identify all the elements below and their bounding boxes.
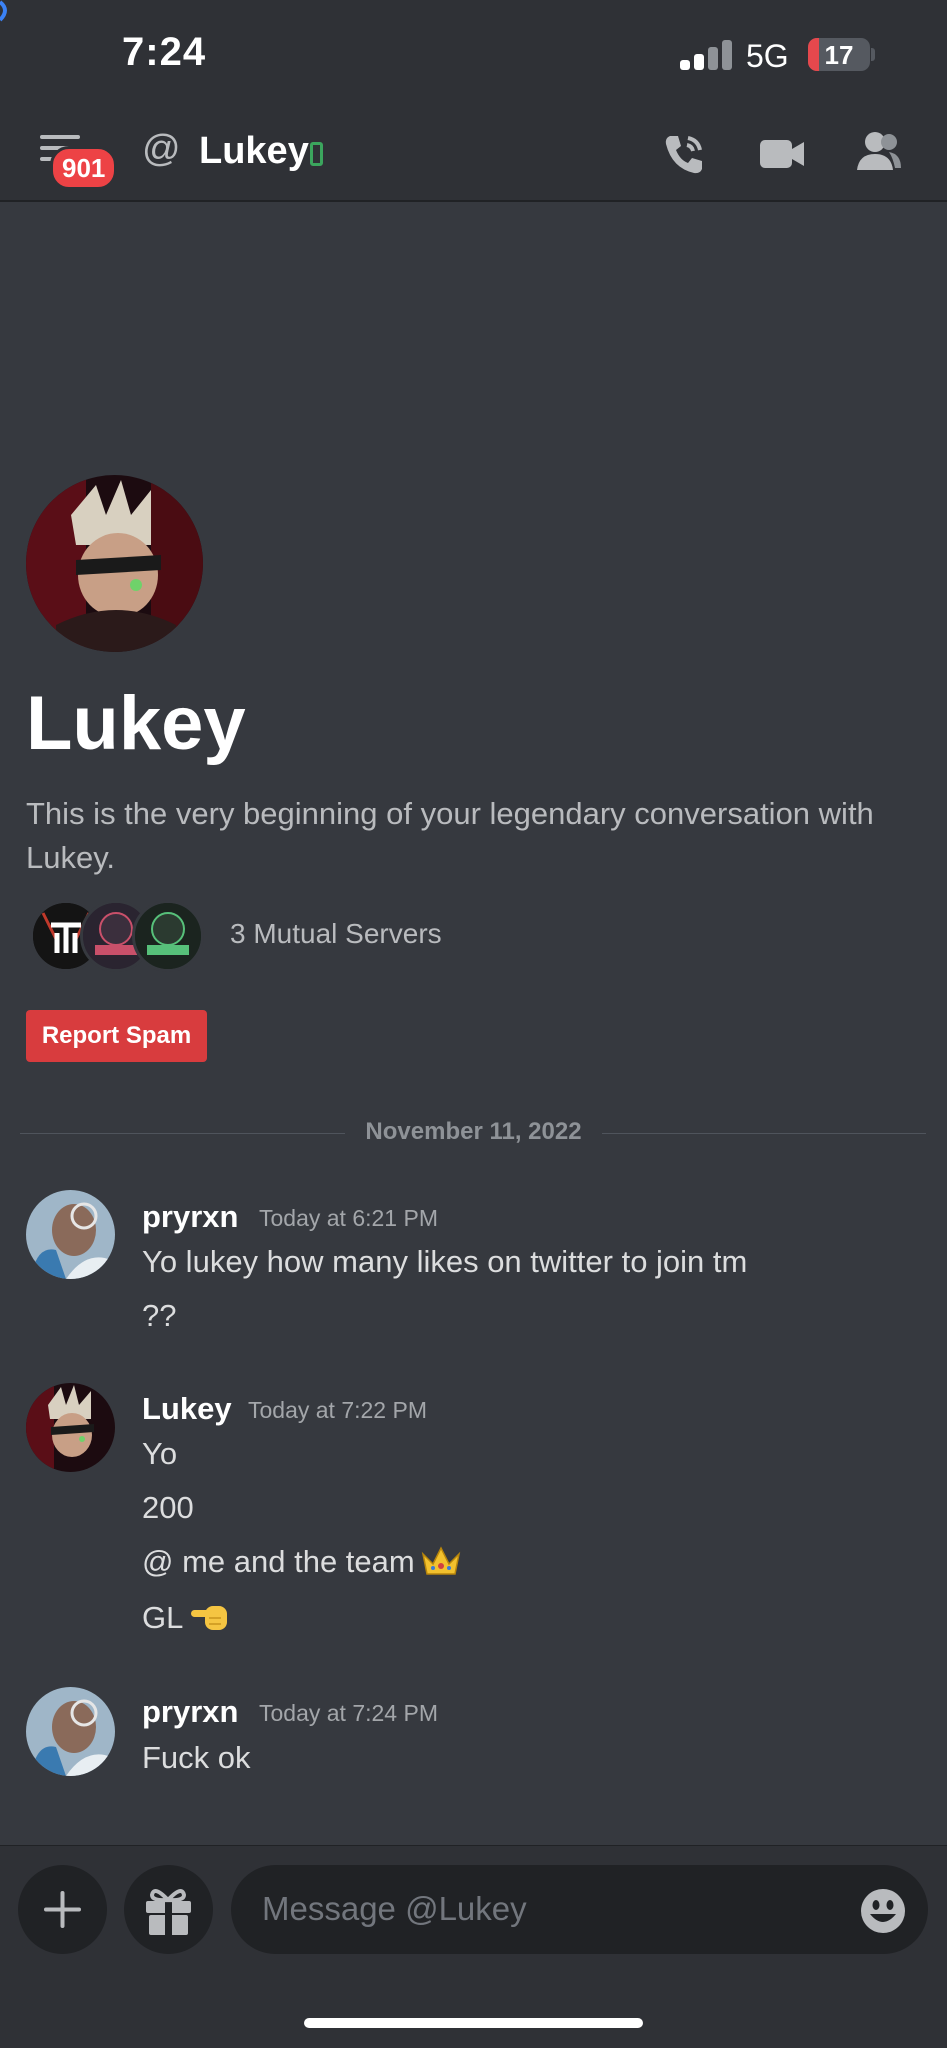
message-timestamp: Today at 7:22 PM — [248, 1397, 427, 1423]
message-text: Yo — [142, 1436, 178, 1471]
message-text: 200 — [142, 1490, 194, 1525]
mutual-server-icon — [132, 900, 204, 972]
intro-username: Lukey — [26, 681, 246, 766]
message-timestamp: Today at 6:21 PM — [259, 1205, 438, 1231]
composer-divider — [0, 1845, 947, 1846]
phone-call-icon[interactable] — [660, 130, 708, 178]
battery-tip — [871, 48, 875, 61]
date-divider: November 11, 2022 — [365, 1118, 582, 1145]
message-author[interactable]: pryrxn — [142, 1199, 238, 1235]
message-text: ?? — [142, 1298, 177, 1333]
message-text: Yo lukey how many likes on twitter to jo… — [142, 1244, 748, 1279]
mobile-status-icon — [310, 142, 323, 166]
divider-line-right — [602, 1133, 926, 1134]
mutual-servers[interactable] — [30, 900, 210, 972]
message-avatar[interactable] — [26, 1383, 115, 1472]
message-line: GL — [142, 1598, 229, 1642]
message-text: GL — [142, 1600, 184, 1635]
header-divider — [0, 200, 947, 202]
pointing-hand-emoji — [189, 1598, 229, 1642]
battery-level: 17 — [824, 40, 854, 70]
message-avatar[interactable] — [26, 1687, 115, 1776]
report-spam-button[interactable]: Report Spam — [26, 1010, 207, 1062]
crown-emoji — [421, 1546, 461, 1586]
location-indicator-icon — [0, 0, 7, 22]
battery-indicator: 17 — [808, 38, 870, 71]
message-text: @ me and the team — [142, 1544, 415, 1579]
intro-description: This is the very beginning of your legen… — [26, 796, 874, 875]
mutual-servers-label[interactable]: 3 Mutual Servers — [230, 918, 442, 950]
emoji-icon[interactable] — [860, 1888, 906, 1934]
home-indicator — [304, 2018, 643, 2028]
add-attachment-button[interactable] — [18, 1865, 107, 1954]
video-camera-icon[interactable] — [758, 134, 806, 174]
message-author[interactable]: pryrxn — [142, 1694, 238, 1730]
gift-icon — [146, 1889, 191, 1935]
message-line: @ me and the team — [142, 1544, 461, 1586]
signal-icon — [680, 40, 734, 70]
plus-icon — [44, 1891, 81, 1928]
at-symbol: @ — [142, 128, 181, 170]
message-avatar[interactable] — [26, 1190, 115, 1279]
divider-line-left — [20, 1133, 345, 1134]
channel-title[interactable]: Lukey — [199, 130, 309, 173]
message-author[interactable]: Lukey — [142, 1391, 232, 1427]
gift-button[interactable] — [124, 1865, 213, 1954]
network-type: 5G — [746, 38, 789, 74]
notification-badge: 901 — [50, 146, 118, 190]
message-input-placeholder[interactable]: Message @Lukey — [262, 1890, 527, 1928]
status-time: 7:24 — [122, 30, 207, 74]
members-icon[interactable] — [855, 130, 903, 174]
message-timestamp: Today at 7:24 PM — [259, 1700, 438, 1726]
user-avatar-large[interactable] — [26, 475, 203, 652]
message-text: Fuck ok — [142, 1740, 251, 1775]
